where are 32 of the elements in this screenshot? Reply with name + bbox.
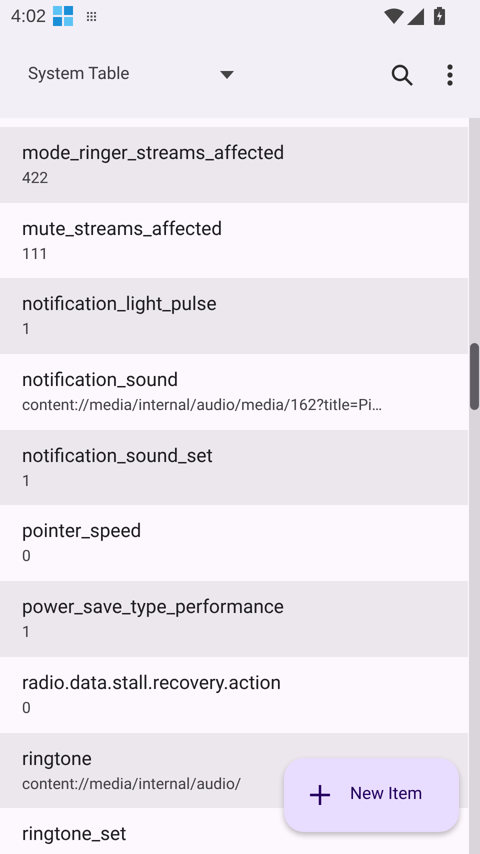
setting-name: notification_light_pulse [22, 292, 217, 316]
setting-value: 1 [22, 470, 31, 492]
setting-name: power_save_type_performance [22, 595, 284, 620]
setting-value: 111 [22, 244, 48, 265]
scrollbar-thumb[interactable] [470, 343, 479, 410]
more-icon [447, 64, 453, 86]
setting-name: notification_sound_set [22, 444, 213, 468]
setting-name: radio.data.stall.recovery.action [22, 670, 281, 695]
setting-value: 422 [22, 168, 48, 189]
search-icon [390, 63, 414, 87]
wifi-icon [384, 8, 404, 24]
setting-value: content://media/internal/audio/ [22, 774, 242, 794]
plus-icon [310, 785, 330, 805]
setting-name: mute_streams_affected [22, 216, 222, 241]
setting-value: 1 [22, 319, 31, 340]
setting-name: mode_ringer_streams_affected [22, 141, 284, 165]
setting-value: 0 [22, 546, 31, 568]
setting-name: ringtone [22, 746, 92, 770]
caret-icon [220, 71, 234, 79]
table-dropdown[interactable]: System Table [16, 51, 246, 99]
setting-name: ringtone_set [22, 822, 126, 846]
battery-icon [434, 7, 445, 25]
status-time: 4:02 [11, 4, 46, 28]
setting-value: content://media/internal/audio/media/162?title=Pi… [22, 395, 382, 416]
setting-name: pointer_speed [22, 519, 142, 544]
app-icon [53, 6, 74, 26]
new-item-button[interactable]: New Item [284, 758, 459, 832]
setting-value: 0 [22, 698, 31, 719]
setting-value: 1 [22, 622, 31, 644]
grid-icon [87, 12, 96, 20]
setting-name: notification_sound [22, 368, 178, 392]
signal-icon [407, 8, 424, 24]
